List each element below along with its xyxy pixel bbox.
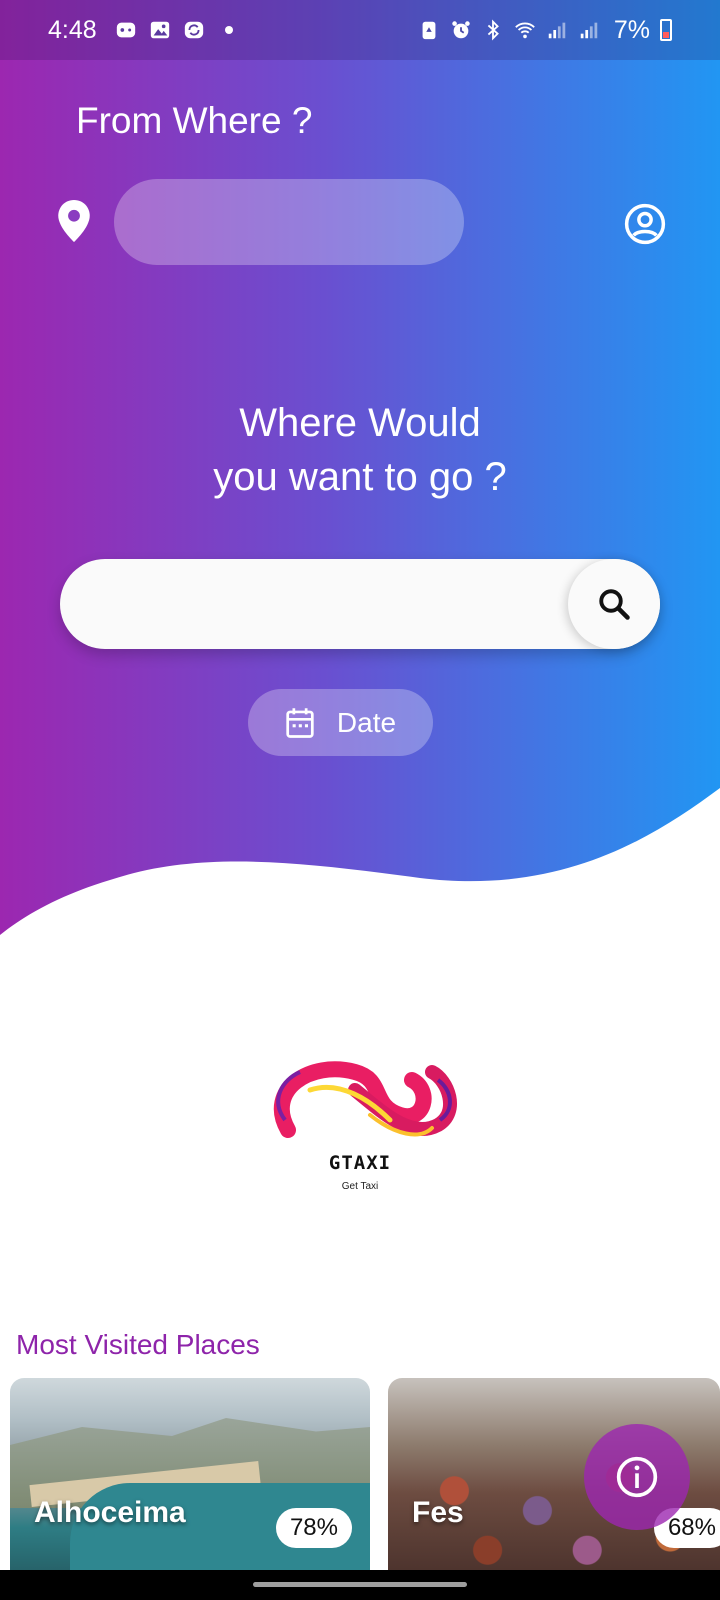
destination-search-bar xyxy=(60,559,660,649)
info-icon xyxy=(616,1456,658,1498)
place-card-alhoceima[interactable]: Alhoceima 78% xyxy=(10,1378,370,1570)
destination-title-line-1: Where Would xyxy=(239,401,481,445)
battery-icon xyxy=(660,19,672,41)
home-gesture-handle[interactable] xyxy=(253,1582,467,1587)
signal-icon-2 xyxy=(580,22,598,39)
sync-icon xyxy=(184,21,203,39)
from-location-input[interactable] xyxy=(114,179,464,265)
status-bar: 4:48 7% xyxy=(0,0,720,60)
system-icons: 7% xyxy=(418,16,672,45)
signal-icon xyxy=(548,22,566,39)
game-controller-icon xyxy=(116,22,135,38)
search-button[interactable] xyxy=(568,559,660,649)
more-notifications-dot xyxy=(224,26,233,34)
destination-title-line-2: you want to go ? xyxy=(213,455,507,499)
search-icon xyxy=(599,589,630,620)
most-visited-title: Most Visited Places xyxy=(16,1329,260,1360)
destination-title: Where Would you want to go ? xyxy=(0,396,720,504)
date-button[interactable]: Date xyxy=(248,689,433,756)
info-button[interactable] xyxy=(584,1424,690,1530)
system-navigation-bar xyxy=(0,1570,720,1600)
brand-logo xyxy=(170,940,550,1300)
place-percent-badge: 78% xyxy=(275,1508,352,1548)
account-circle-icon[interactable] xyxy=(624,203,666,245)
status-time: 4:48 xyxy=(48,15,97,44)
bluetooth-icon xyxy=(487,19,499,41)
gtaxi-logo-mark xyxy=(273,1061,457,1138)
from-where-title: From Where ? xyxy=(76,100,313,141)
brand-name: GTAXI xyxy=(328,1152,392,1174)
wifi-icon xyxy=(515,22,535,39)
place-name: Fes xyxy=(412,1496,464,1529)
battery-saver-icon xyxy=(422,21,436,40)
gallery-icon xyxy=(150,21,169,39)
alarm-icon xyxy=(452,21,470,39)
calendar-icon xyxy=(286,707,314,738)
battery-percent: 7% xyxy=(613,15,650,44)
date-button-label: Date xyxy=(336,706,397,738)
destination-search-input[interactable] xyxy=(60,559,560,649)
location-pin-icon xyxy=(58,200,90,242)
brand-tagline: Get Taxi xyxy=(341,1181,379,1192)
place-name: Alhoceima xyxy=(34,1496,186,1529)
notification-icons xyxy=(115,19,233,41)
